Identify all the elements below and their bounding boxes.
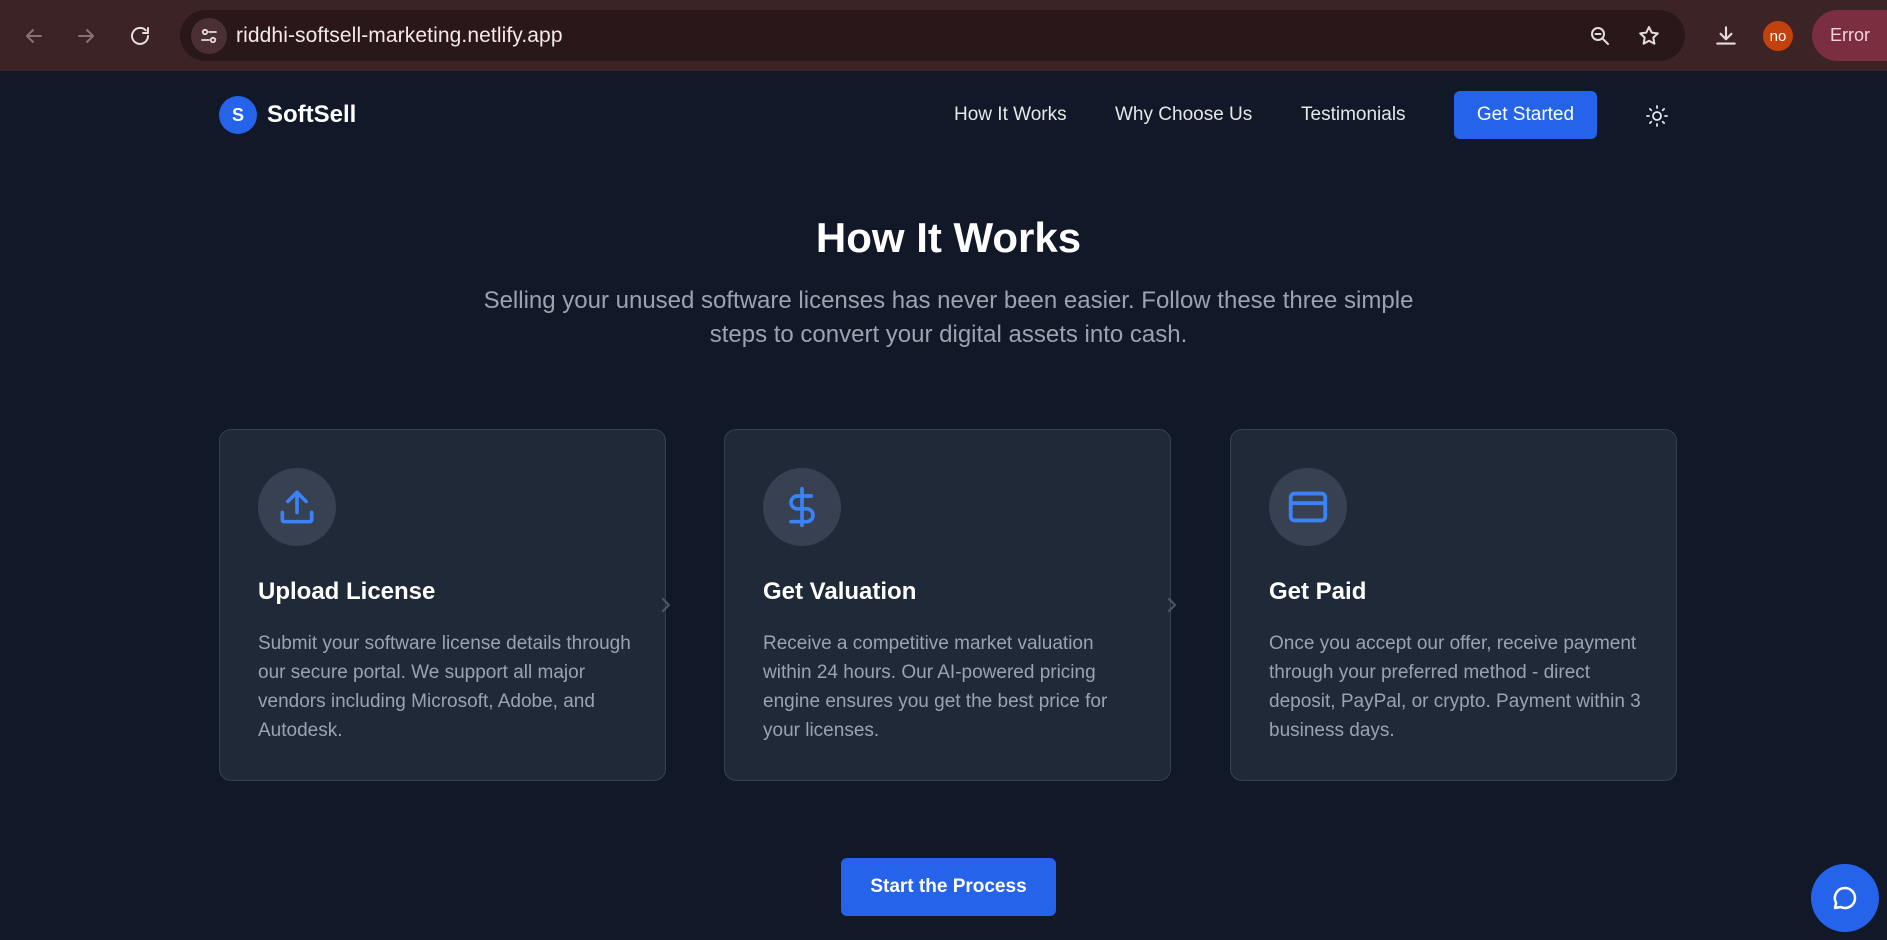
nav-link-testimonials[interactable]: Testimonials xyxy=(1301,104,1406,126)
download-icon[interactable] xyxy=(1712,22,1740,50)
step-description: Receive a competitive market valuation w… xyxy=(763,633,1108,741)
nav-link-how-it-works[interactable]: How It Works xyxy=(954,104,1067,126)
chevron-right-icon xyxy=(656,592,676,618)
step-card-paid: Get Paid Once you accept our offer, rece… xyxy=(1230,429,1677,781)
get-started-button[interactable]: Get Started xyxy=(1454,91,1597,139)
step-card-upload: Upload License Submit your software lice… xyxy=(219,429,666,781)
reload-icon[interactable] xyxy=(122,18,158,54)
step-title: Upload License xyxy=(258,578,436,605)
address-bar[interactable]: riddhi-softsell-marketing.netlify.app xyxy=(180,10,1685,61)
upload-icon xyxy=(258,468,336,546)
star-icon[interactable] xyxy=(1635,22,1663,50)
chevron-right-icon xyxy=(1162,592,1182,618)
browser-toolbar: riddhi-softsell-marketing.netlify.app no… xyxy=(0,0,1887,71)
error-chip[interactable]: Error xyxy=(1812,10,1887,61)
start-process-button[interactable]: Start the Process xyxy=(841,858,1056,916)
url-text[interactable]: riddhi-softsell-marketing.netlify.app xyxy=(236,24,563,48)
zoom-icon[interactable] xyxy=(1586,22,1614,50)
sun-icon[interactable] xyxy=(1640,99,1674,133)
credit-card-icon xyxy=(1269,468,1347,546)
step-card-valuation: Get Valuation Receive a competitive mark… xyxy=(724,429,1171,781)
profile-avatar[interactable]: no xyxy=(1763,21,1793,51)
logo-mark[interactable]: S xyxy=(219,96,257,134)
brand-name[interactable]: SoftSell xyxy=(267,101,356,129)
chat-bubble-icon[interactable] xyxy=(1811,864,1879,932)
step-description: Once you accept our offer, receive payme… xyxy=(1269,633,1641,741)
section-subtitle: Selling your unused software licenses ha… xyxy=(483,287,1414,348)
forward-arrow-icon[interactable] xyxy=(68,18,104,54)
site-settings-icon[interactable] xyxy=(191,18,227,54)
step-description: Submit your software license details thr… xyxy=(258,633,631,741)
section-title: How It Works xyxy=(815,214,1082,261)
error-label: Error xyxy=(1830,25,1870,45)
step-title: Get Paid xyxy=(1269,578,1367,605)
nav-link-why-choose-us[interactable]: Why Choose Us xyxy=(1115,104,1252,126)
step-title: Get Valuation xyxy=(763,578,917,605)
back-arrow-icon[interactable] xyxy=(16,18,52,54)
dollar-icon xyxy=(763,468,841,546)
